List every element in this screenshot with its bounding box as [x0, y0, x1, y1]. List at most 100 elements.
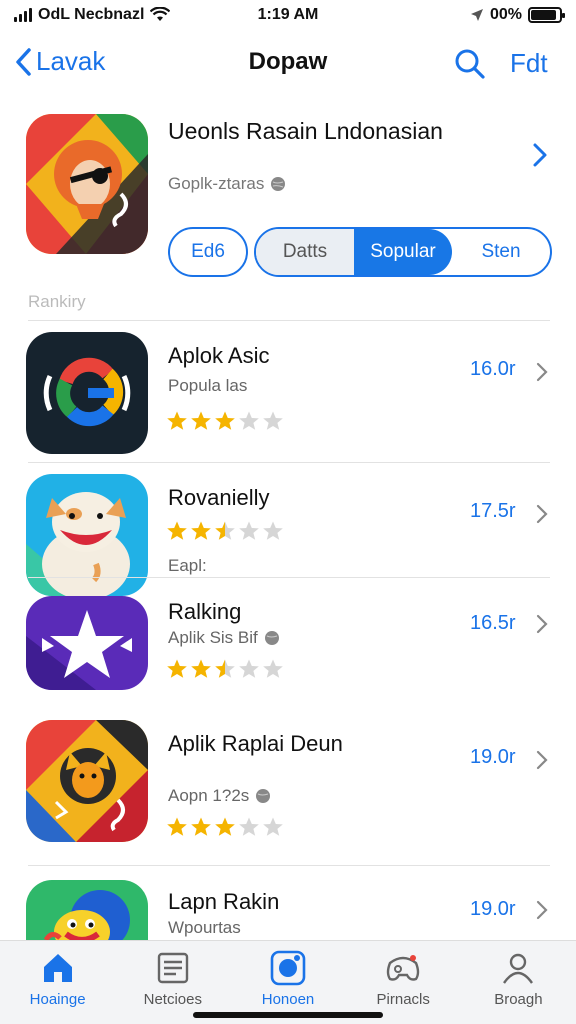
star-rating: [166, 816, 284, 838]
tab-label: Hoainge: [29, 991, 86, 1008]
chevron-right-icon[interactable]: [536, 900, 548, 920]
edit-button[interactable]: Fdt: [510, 48, 548, 79]
carrier-label: OdL Necbnazl: [38, 6, 145, 23]
app-title[interactable]: Aplik Raplai Deun: [168, 730, 448, 757]
wifi-icon: [150, 7, 171, 21]
star-half-icon: [215, 521, 235, 540]
segment-sten[interactable]: Sten: [452, 229, 550, 275]
star-filled-icon: [167, 817, 187, 836]
app-size: 19.0r: [470, 746, 516, 768]
chevron-right-icon[interactable]: [532, 142, 548, 168]
app-subtitle: Aopn 1?2s: [168, 786, 271, 806]
tab-label: Honoen: [261, 991, 315, 1008]
news-icon: [157, 952, 188, 984]
star-filled-icon: [191, 817, 211, 836]
app-icon[interactable]: [26, 720, 148, 842]
ed6-button[interactable]: Ed6: [168, 227, 248, 277]
chevron-right-icon[interactable]: [536, 362, 548, 382]
app-subtitle: Eapl:: [168, 556, 207, 576]
search-icon[interactable]: [452, 46, 488, 82]
app-subtitle: Wpourtas: [168, 918, 241, 938]
app-subtitle-text: Aopn 1?2s: [168, 786, 250, 805]
divider: [28, 577, 550, 578]
app-subtitle: Popula las: [168, 376, 247, 396]
app-size: 16.0r: [470, 358, 516, 380]
star-filled-icon: [167, 659, 187, 678]
apps-icon: [270, 950, 306, 986]
star-filled-icon: [191, 521, 211, 540]
tab-profile[interactable]: Broagh: [461, 941, 576, 1024]
person-icon: [503, 953, 534, 984]
featured-app-icon[interactable]: [26, 114, 148, 254]
fox-icon: [26, 720, 148, 842]
star-empty-icon: [263, 411, 283, 430]
signal-icon: [14, 8, 32, 22]
app-subtitle: Aplik Sis Bif: [168, 628, 280, 648]
app-subtitle-text: Eapl:: [168, 556, 207, 575]
app-size: 16.5r: [470, 612, 516, 634]
star-filled-icon: [215, 817, 235, 836]
tab-label: Netcioes: [143, 991, 202, 1008]
star-filled-icon: [191, 411, 211, 430]
featured-app-subtitle: Goplk-ztaras: [168, 174, 286, 194]
tab-home[interactable]: Hoainge: [0, 941, 115, 1024]
controller-icon: [387, 955, 420, 981]
page-title: Dopaw: [248, 48, 328, 75]
star-logo-icon: [26, 596, 148, 690]
featured-app: Ueonls Rasain Lndonasian Goplk-ztaras Ed…: [26, 112, 556, 282]
cartoon-face-icon: [26, 880, 148, 940]
star-filled-icon: [191, 659, 211, 678]
chevron-right-icon[interactable]: [536, 750, 548, 770]
app-subtitle-text: Wpourtas: [168, 918, 241, 937]
star-filled-icon: [167, 521, 187, 540]
tab-label: Broagh: [494, 991, 543, 1008]
divider: [28, 320, 550, 321]
star-empty-icon: [263, 659, 283, 678]
star-half-icon: [215, 659, 235, 678]
app-subtitle-text: Aplik Sis Bif: [168, 628, 258, 647]
ranking-row[interactable]: Rovanielly Eapl: 17.5r: [26, 474, 556, 596]
status-bar: OdL Necbnazl 1:19 AM 00%: [0, 0, 576, 30]
globe-icon: [264, 631, 279, 645]
app-title[interactable]: Aplok Asic: [168, 342, 448, 369]
chevron-right-icon[interactable]: [536, 504, 548, 524]
star-empty-icon: [239, 521, 259, 540]
segmented-control: Datts Sopular Sten: [254, 227, 552, 277]
divider: [28, 462, 550, 463]
star-empty-icon: [239, 659, 259, 678]
ranking-row[interactable]: Ralking Aplik Sis Bif 16.5r: [26, 590, 556, 690]
status-left: OdL Necbnazl: [14, 6, 171, 24]
app-title[interactable]: Rovanielly: [168, 484, 448, 511]
app-icon[interactable]: [26, 880, 148, 940]
star-empty-icon: [239, 411, 259, 430]
app-size: 17.5r: [470, 500, 516, 522]
featured-app-title[interactable]: Ueonls Rasain Lndonasian: [168, 118, 508, 145]
star-empty-icon: [263, 521, 283, 540]
ranking-row[interactable]: Aplok Asic Popula las 16.0r: [26, 332, 556, 462]
tab-label: Pirnacls: [376, 991, 430, 1008]
app-title[interactable]: Ralking: [168, 598, 448, 625]
home-indicator[interactable]: [193, 1012, 383, 1018]
featured-subtitle-text: Goplk-ztaras: [168, 174, 265, 193]
star-empty-icon: [239, 817, 259, 836]
star-rating: [166, 410, 284, 432]
segment-datts[interactable]: Datts: [256, 229, 354, 275]
globe-icon: [256, 789, 271, 803]
home-icon: [43, 954, 72, 982]
app-title[interactable]: Lapn Rakin: [168, 888, 448, 915]
battery-icon: [528, 7, 565, 23]
app-icon[interactable]: [26, 596, 148, 690]
ranking-row[interactable]: Lapn Rakin Wpourtas 19.0r: [26, 880, 556, 940]
divider: [28, 865, 550, 866]
section-label: Rankiry: [28, 292, 86, 311]
ranking-row[interactable]: Aplik Raplai Deun Aopn 1?2s 19.0r: [26, 720, 556, 850]
app-size: 19.0r: [470, 898, 516, 920]
status-right: 00%: [470, 6, 565, 24]
star-filled-icon: [167, 411, 187, 430]
app-subtitle-text: Popula las: [168, 376, 248, 395]
star-rating: [166, 520, 284, 542]
segment-sopular[interactable]: Sopular: [354, 229, 452, 275]
nav-bar: Lavak Dopaw Fdt: [0, 40, 576, 86]
app-icon[interactable]: [26, 332, 148, 454]
chevron-right-icon[interactable]: [536, 614, 548, 634]
